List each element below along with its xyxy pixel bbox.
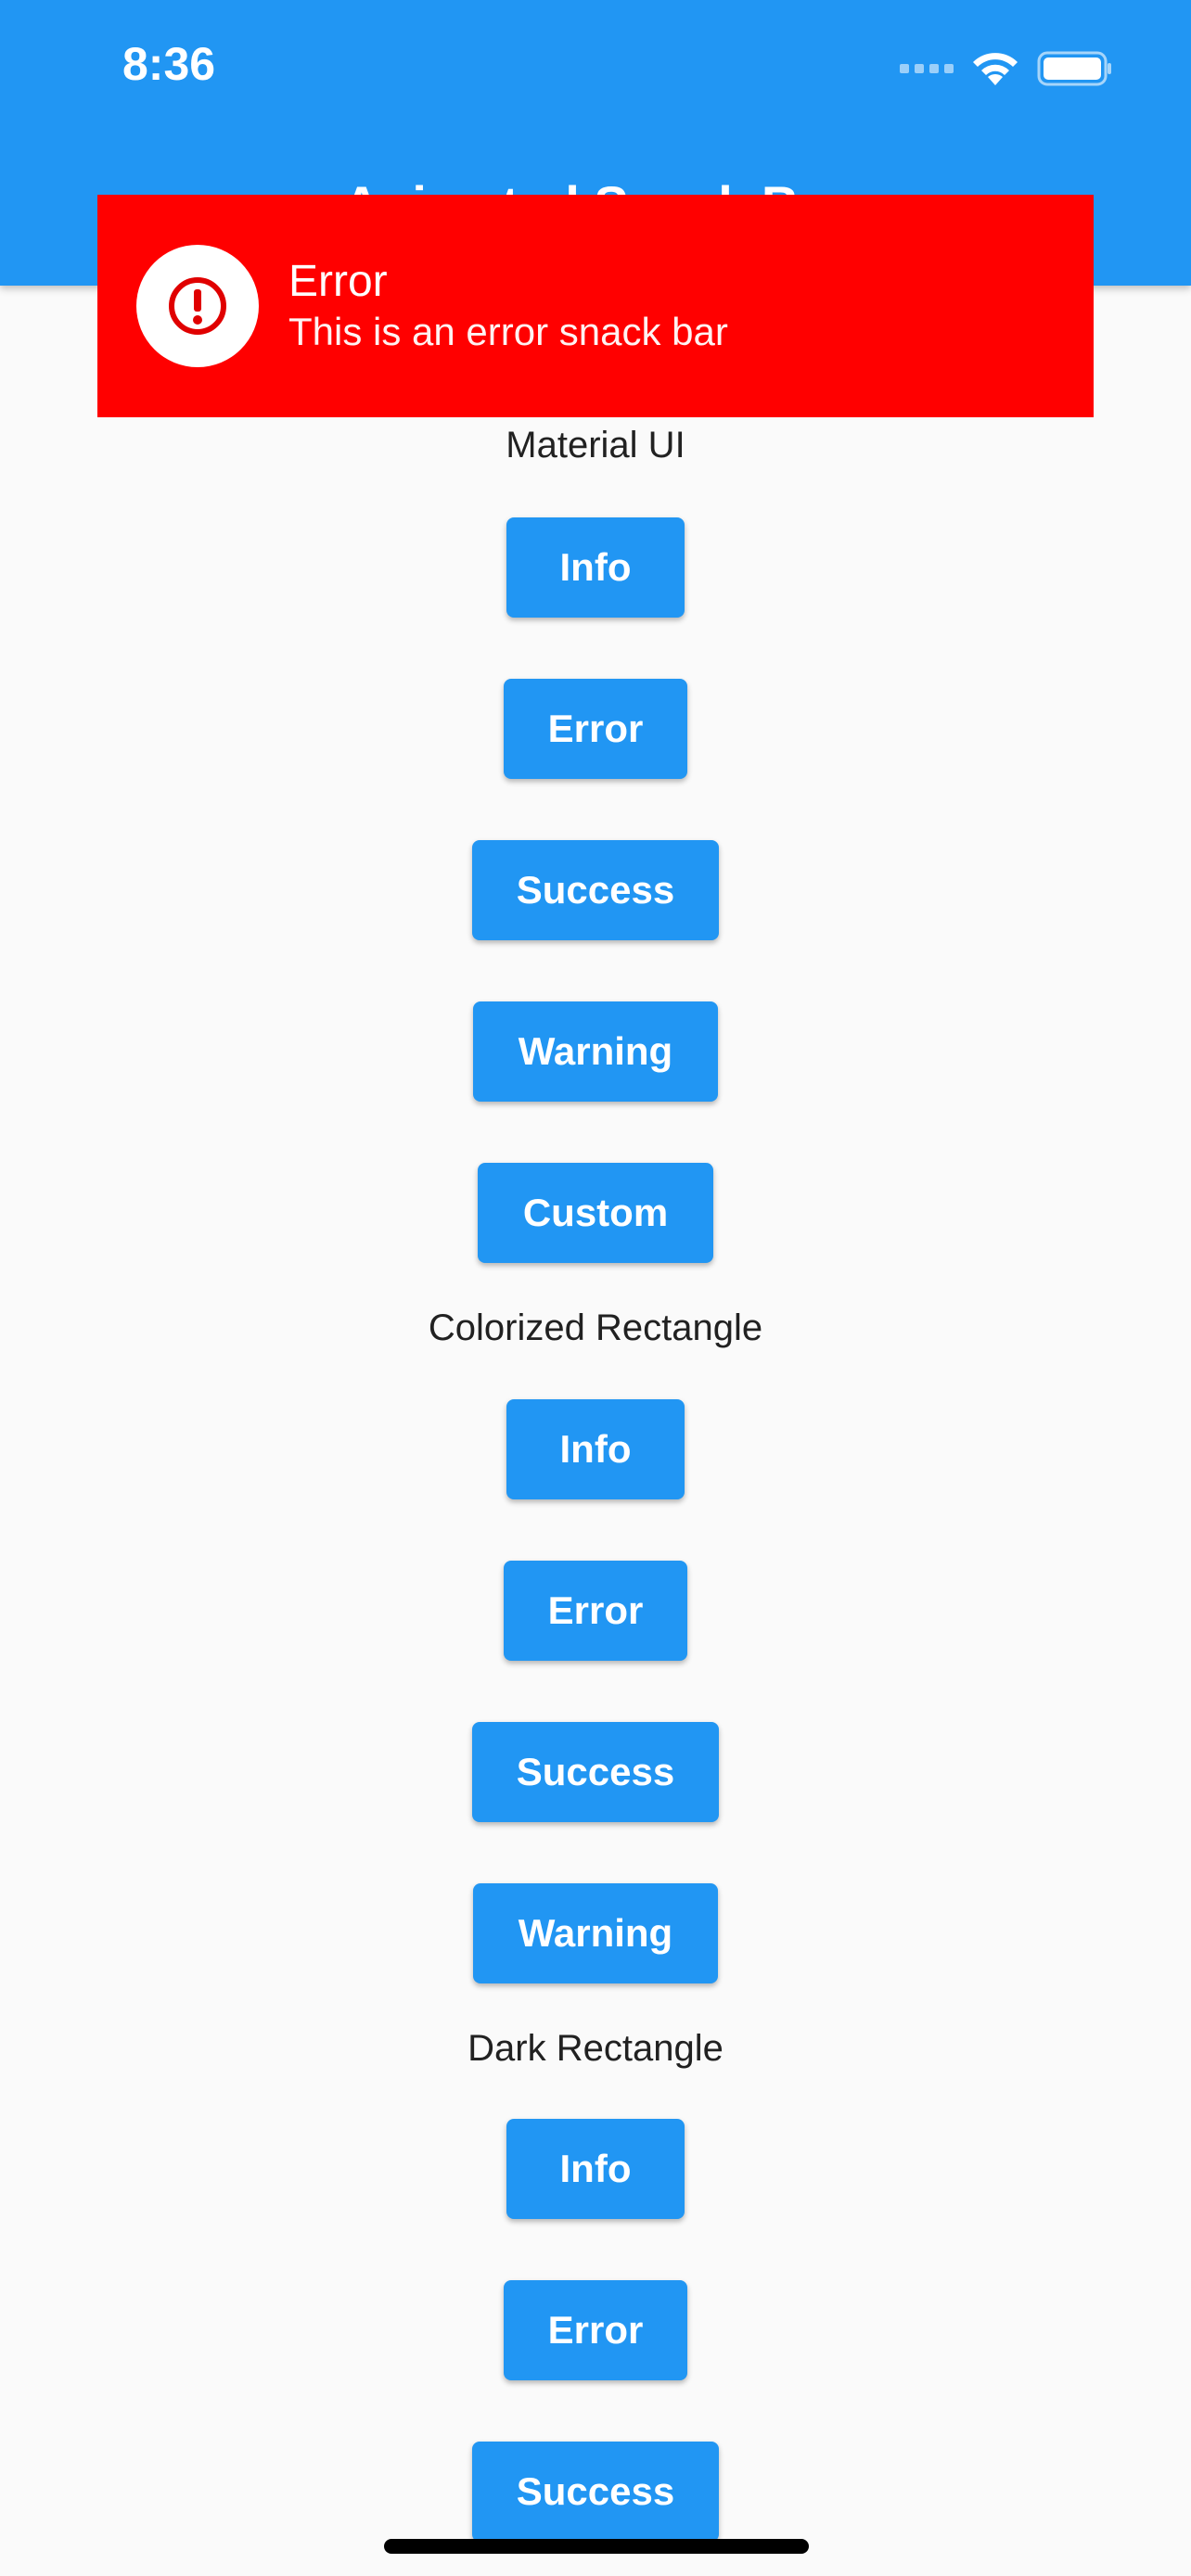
material-error-button[interactable]: Error: [504, 679, 687, 779]
material-info-button[interactable]: Info: [506, 517, 685, 618]
colorized-success-button[interactable]: Success: [472, 1722, 719, 1822]
status-time: 8:36: [122, 38, 216, 90]
error-snackbar[interactable]: Error This is an error snack bar: [97, 195, 1094, 417]
dark-success-button[interactable]: Success: [472, 2442, 719, 2542]
colorized-error-button[interactable]: Error: [504, 1561, 687, 1661]
home-indicator[interactable]: [384, 2539, 809, 2554]
snackbar-title: Error: [288, 257, 388, 306]
battery-icon: [1037, 51, 1111, 86]
status-icons: [900, 46, 1113, 91]
wifi-icon: [973, 53, 1018, 85]
snackbar-text: Error This is an error snack bar: [288, 256, 728, 356]
dark-error-button[interactable]: Error: [504, 2280, 687, 2380]
colorized-info-button[interactable]: Info: [506, 1399, 685, 1499]
section-label-colorized-rectangle: Colorized Rectangle: [428, 1307, 763, 1348]
material-success-button[interactable]: Success: [472, 840, 719, 940]
material-warning-button[interactable]: Warning: [473, 1001, 718, 1102]
dark-info-button[interactable]: Info: [506, 2119, 685, 2219]
section-label-dark-rectangle: Dark Rectangle: [467, 2028, 724, 2069]
section-label-material-ui: Material UI: [506, 425, 685, 465]
cellular-signal-icon: [900, 64, 954, 73]
snackbar-message: This is an error snack bar: [288, 310, 728, 353]
screen: Material UI Info Error Success Warning C…: [0, 0, 1191, 2576]
alert-circle-icon: [136, 245, 259, 367]
colorized-warning-button[interactable]: Warning: [473, 1883, 718, 1983]
material-custom-button[interactable]: Custom: [478, 1163, 713, 1263]
